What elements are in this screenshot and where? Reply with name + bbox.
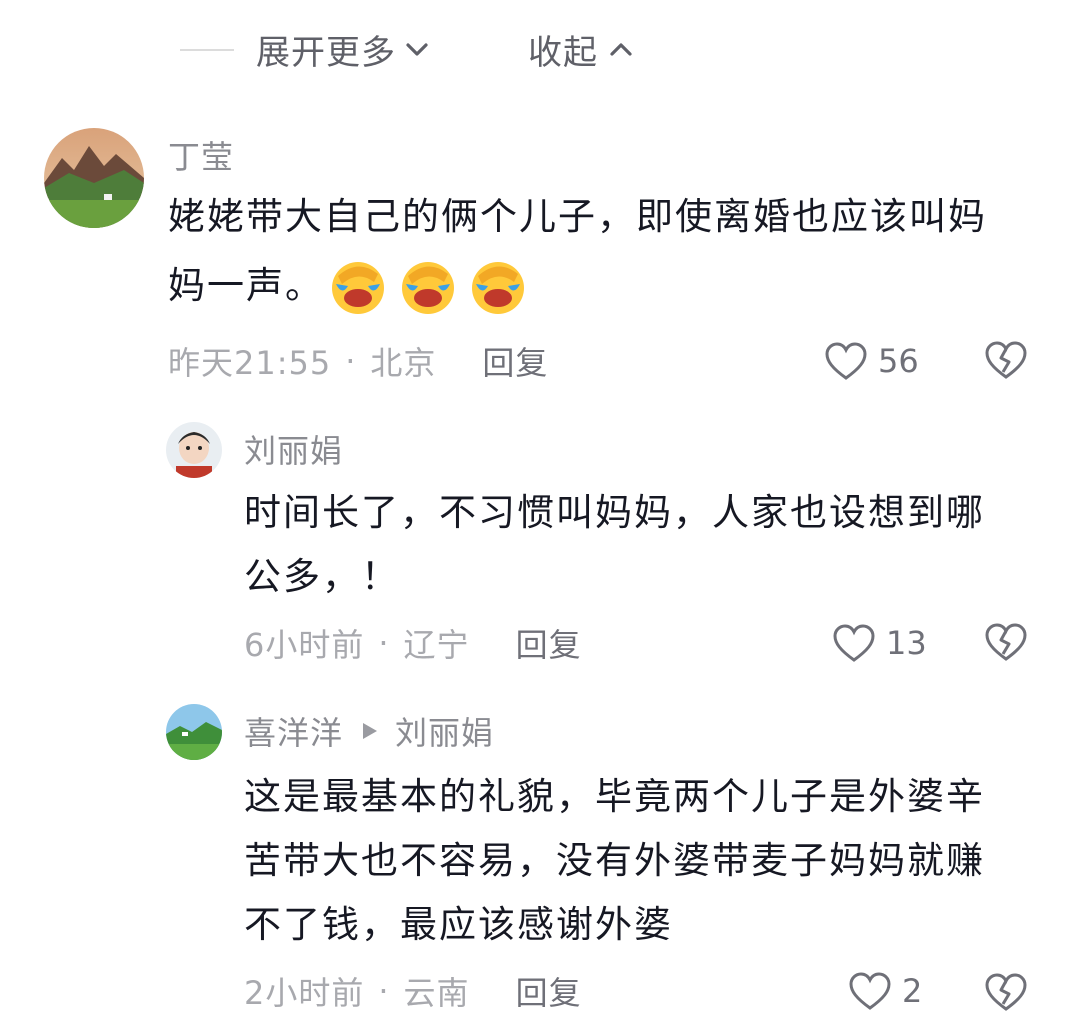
like-count: 13 — [886, 624, 927, 662]
comment-text-line: 不了钱，最应该感谢外婆 — [244, 903, 673, 946]
like-count: 56 — [878, 342, 919, 380]
like-button[interactable]: 13 — [832, 620, 927, 666]
comment-location: 辽宁 — [403, 626, 470, 664]
expand-more-label: 展开更多 — [256, 32, 396, 73]
heart-outline-icon — [825, 342, 867, 380]
meta-separator: · — [378, 624, 390, 662]
like-button[interactable]: 2 — [848, 968, 922, 1014]
heart-outline-icon — [849, 972, 891, 1010]
comment-text-line: 苦带大也不容易，没有外婆带麦子妈妈就赚 — [244, 839, 985, 882]
dislike-button[interactable] — [984, 340, 1028, 380]
triangle-right-icon — [363, 723, 378, 739]
reply-to-username[interactable]: 刘丽娟 — [395, 708, 494, 754]
meta-separator: · — [378, 972, 390, 1010]
chevron-down-icon — [406, 43, 428, 56]
reply-username[interactable]: 喜洋洋 — [244, 708, 343, 754]
comment-location: 北京 — [370, 344, 437, 382]
comment-location: 云南 — [403, 974, 470, 1012]
avatar[interactable] — [166, 422, 222, 478]
comment-text-line: 时间长了，不习惯叫妈妈，人家也设想到哪 — [244, 491, 985, 534]
reply-header: 喜洋洋 刘丽娟 — [244, 708, 494, 754]
broken-heart-icon — [985, 341, 1027, 379]
collapse-button[interactable]: 收起 — [528, 26, 634, 73]
comment-meta: 6小时前 · 辽宁 回复 — [244, 620, 582, 666]
dislike-button[interactable] — [984, 972, 1028, 1012]
divider-line — [180, 49, 234, 51]
comment-text-line: 妈一声。 — [168, 264, 324, 307]
dislike-button[interactable] — [984, 622, 1028, 662]
like-button[interactable]: 56 — [824, 338, 919, 384]
facepalm-crying-emoji-icon — [402, 262, 454, 314]
reply-button[interactable]: 回复 — [516, 968, 582, 1014]
broken-heart-icon — [985, 973, 1027, 1011]
comment-text-line: 这是最基本的礼貌，毕竟两个儿子是外婆辛 — [244, 775, 985, 818]
heart-outline-icon — [833, 624, 875, 662]
reply-username[interactable]: 刘丽娟 — [244, 426, 343, 472]
broken-heart-icon — [985, 623, 1027, 661]
comment-text-line: 姥姥带大自己的俩个儿子，即使离婚也应该叫妈 — [168, 195, 987, 238]
comment-time: 昨天21:55 — [168, 344, 332, 382]
collapse-label: 收起 — [528, 32, 598, 73]
meta-separator: · — [345, 342, 357, 380]
facepalm-crying-emoji-icon — [472, 262, 524, 314]
comment-meta: 2小时前 · 云南 回复 — [244, 968, 582, 1014]
comment-meta: 昨天21:55 · 北京 回复 — [168, 338, 548, 384]
comment-username[interactable]: 丁莹 — [168, 132, 234, 178]
comment-time: 2小时前 — [244, 974, 365, 1012]
comment-text-line-with-emoji: 妈一声。 — [168, 256, 534, 316]
chevron-up-icon — [610, 43, 632, 56]
comment-text-line: 公多，！ — [244, 555, 400, 598]
like-count: 2 — [902, 972, 923, 1010]
avatar[interactable] — [44, 128, 144, 228]
comment-time: 6小时前 — [244, 626, 365, 664]
facepalm-crying-emoji-icon — [332, 262, 384, 314]
reply-button[interactable]: 回复 — [482, 338, 548, 384]
expand-more-button[interactable]: 展开更多 — [256, 26, 430, 73]
avatar[interactable] — [166, 704, 222, 760]
reply-button[interactable]: 回复 — [516, 620, 582, 666]
